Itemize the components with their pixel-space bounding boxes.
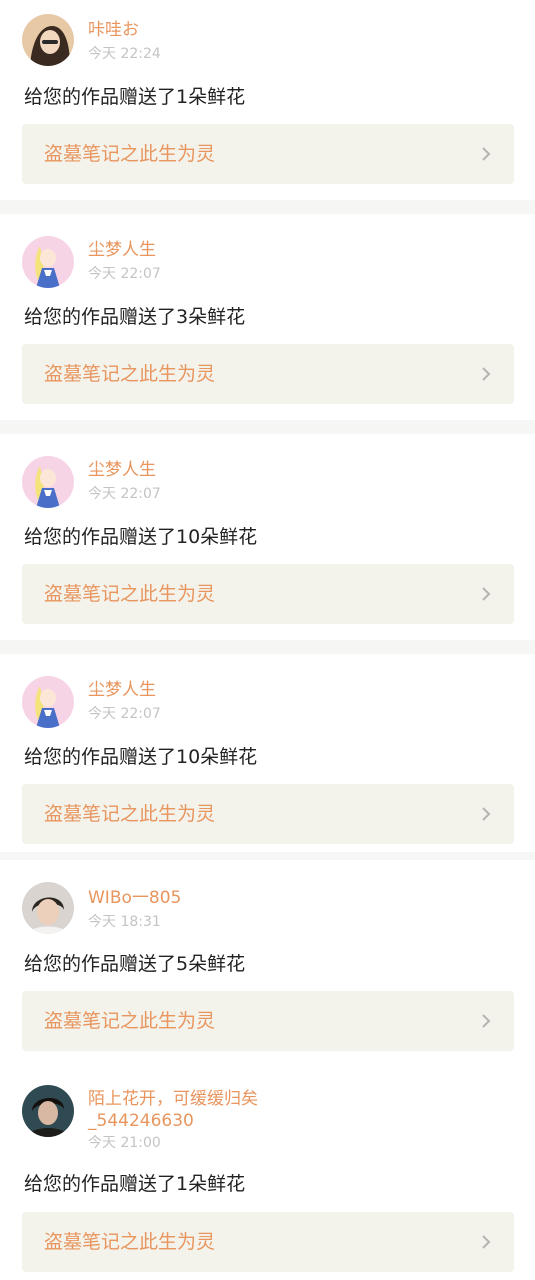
work-link[interactable]: 盗墓笔记之此生为灵	[22, 344, 514, 404]
work-link[interactable]: 盗墓笔记之此生为灵	[22, 124, 514, 184]
notification-card: 陌上花开，可缓缓归矣 _544246630 今天 21:00 给您的作品赠送了1…	[0, 1070, 535, 1280]
user-name[interactable]: 尘梦人生	[88, 680, 156, 701]
user-name-line-2[interactable]: _544246630	[88, 1111, 194, 1132]
notification-card: 尘梦人生 今天 22:07 给您的作品赠送了3朵鲜花 盗墓笔记之此生为灵	[0, 214, 535, 420]
gift-message: 给您的作品赠送了10朵鲜花	[24, 526, 258, 548]
gift-message: 给您的作品赠送了1朵鲜花	[24, 1173, 246, 1195]
work-title: 盗墓笔记之此生为灵	[44, 583, 216, 605]
user-avatar[interactable]	[22, 14, 74, 66]
card-separator	[0, 640, 535, 654]
notification-card: 尘梦人生 今天 22:07 给您的作品赠送了10朵鲜花 盗墓笔记之此生为灵	[0, 654, 535, 852]
work-title: 盗墓笔记之此生为灵	[44, 363, 216, 385]
work-title: 盗墓笔记之此生为灵	[44, 143, 216, 165]
timestamp: 今天 21:00	[88, 1135, 161, 1151]
chevron-right-icon	[482, 807, 491, 821]
chevron-right-icon	[482, 1235, 491, 1249]
work-title: 盗墓笔记之此生为灵	[44, 1231, 216, 1253]
user-name[interactable]: 咔哇お	[88, 20, 139, 41]
gift-message: 给您的作品赠送了3朵鲜花	[24, 306, 246, 328]
user-avatar[interactable]	[22, 1085, 74, 1137]
notification-feed: 咔哇お 今天 22:24 给您的作品赠送了1朵鲜花 盗墓笔记之此生为灵 尘梦人生…	[0, 0, 535, 1280]
user-name-line-1[interactable]: 陌上花开，可缓缓归矣	[88, 1089, 258, 1110]
work-link[interactable]: 盗墓笔记之此生为灵	[22, 991, 514, 1051]
timestamp: 今天 22:07	[88, 706, 161, 722]
timestamp: 今天 22:24	[88, 46, 161, 62]
timestamp: 今天 18:31	[88, 914, 161, 930]
gift-message: 给您的作品赠送了1朵鲜花	[24, 86, 246, 108]
user-name[interactable]: WIBo一805	[88, 888, 181, 909]
card-separator	[0, 852, 535, 860]
work-title: 盗墓笔记之此生为灵	[44, 803, 216, 825]
notification-card: 尘梦人生 今天 22:07 给您的作品赠送了10朵鲜花 盗墓笔记之此生为灵	[0, 434, 535, 640]
user-avatar[interactable]	[22, 236, 74, 288]
user-avatar[interactable]	[22, 456, 74, 508]
gift-message: 给您的作品赠送了10朵鲜花	[24, 746, 258, 768]
user-avatar[interactable]	[22, 676, 74, 728]
work-title: 盗墓笔记之此生为灵	[44, 1010, 216, 1032]
user-name[interactable]: 尘梦人生	[88, 460, 156, 481]
work-link[interactable]: 盗墓笔记之此生为灵	[22, 1212, 514, 1272]
notification-card: 咔哇お 今天 22:24 给您的作品赠送了1朵鲜花 盗墓笔记之此生为灵	[0, 0, 535, 200]
chevron-right-icon	[482, 147, 491, 161]
chevron-right-icon	[482, 587, 491, 601]
user-avatar[interactable]	[22, 882, 74, 934]
notification-card: WIBo一805 今天 18:31 给您的作品赠送了5朵鲜花 盗墓笔记之此生为灵	[0, 860, 535, 1070]
card-separator	[0, 420, 535, 434]
timestamp: 今天 22:07	[88, 266, 161, 282]
timestamp: 今天 22:07	[88, 486, 161, 502]
user-name[interactable]: 尘梦人生	[88, 240, 156, 261]
card-separator	[0, 200, 535, 214]
chevron-right-icon	[482, 1014, 491, 1028]
work-link[interactable]: 盗墓笔记之此生为灵	[22, 564, 514, 624]
chevron-right-icon	[482, 367, 491, 381]
work-link[interactable]: 盗墓笔记之此生为灵	[22, 784, 514, 844]
gift-message: 给您的作品赠送了5朵鲜花	[24, 953, 246, 975]
